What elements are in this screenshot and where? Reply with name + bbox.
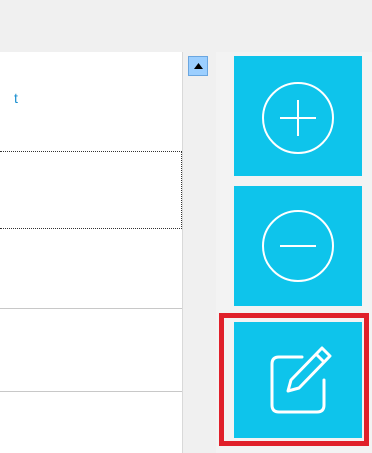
list-divider	[0, 391, 182, 392]
add-button[interactable]	[234, 56, 362, 176]
plus-circle-icon	[262, 82, 334, 154]
item-list: t	[0, 52, 182, 453]
top-toolbar	[0, 0, 372, 52]
triangle-up-icon	[194, 63, 203, 69]
list-item-link-text[interactable]: t	[14, 90, 18, 106]
scroll-up-button[interactable]	[188, 56, 208, 76]
list-item[interactable]: t	[0, 82, 182, 122]
list-item-selected[interactable]	[0, 151, 182, 229]
list-divider	[0, 308, 182, 309]
vertical-scrollbar[interactable]	[182, 52, 216, 453]
edit-button-highlight	[219, 313, 369, 446]
remove-button[interactable]	[234, 186, 362, 306]
minus-circle-icon	[262, 210, 334, 282]
